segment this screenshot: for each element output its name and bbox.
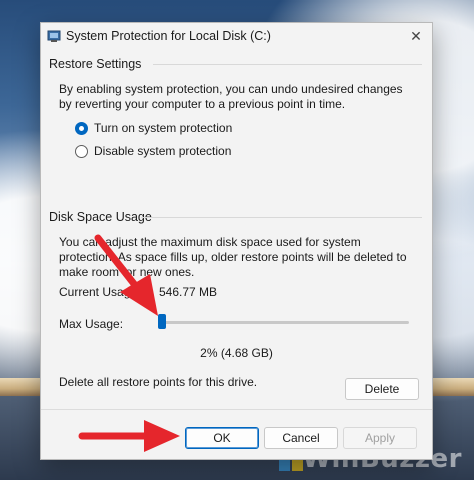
disk-space-divider (141, 217, 422, 218)
footer-divider (41, 409, 432, 410)
apply-button[interactable]: Apply (343, 427, 417, 449)
disk-space-description: You can adjust the maximum disk space us… (59, 235, 407, 279)
system-protection-dialog: System Protection for Local Disk (C:) ✕ … (40, 22, 433, 460)
cancel-button[interactable]: Cancel (264, 427, 338, 449)
delete-button[interactable]: Delete (345, 378, 419, 400)
disk-space-heading: Disk Space Usage (49, 210, 152, 224)
radio-turn-on[interactable]: Turn on system protection (75, 121, 232, 135)
max-usage-slider-track[interactable] (159, 321, 409, 324)
radio-disable[interactable]: Disable system protection (75, 144, 231, 158)
system-properties-icon (47, 30, 61, 42)
ok-button[interactable]: OK (185, 427, 259, 449)
close-button[interactable]: ✕ (406, 26, 426, 46)
radio-unselected-icon[interactable] (75, 144, 88, 158)
restore-settings-description: By enabling system protection, you can u… (59, 82, 403, 111)
radio-turn-on-label: Turn on system protection (94, 121, 233, 135)
current-usage-label: Current Usage: (59, 285, 141, 299)
max-usage-slider-thumb[interactable] (158, 314, 166, 329)
delete-restore-points-text: Delete all restore points for this drive… (59, 375, 258, 389)
radio-selected-icon[interactable] (75, 121, 88, 135)
radio-disable-label: Disable system protection (94, 144, 232, 158)
window-title: System Protection for Local Disk (C:) (66, 29, 271, 43)
restore-settings-heading: Restore Settings (49, 57, 142, 71)
max-usage-value: 2% (4.68 GB) (200, 346, 273, 360)
current-usage-value: 546.77 MB (159, 285, 218, 299)
max-usage-label: Max Usage: (59, 317, 124, 331)
title-bar: System Protection for Local Disk (C:) ✕ (41, 23, 432, 49)
restore-settings-divider (153, 64, 422, 65)
